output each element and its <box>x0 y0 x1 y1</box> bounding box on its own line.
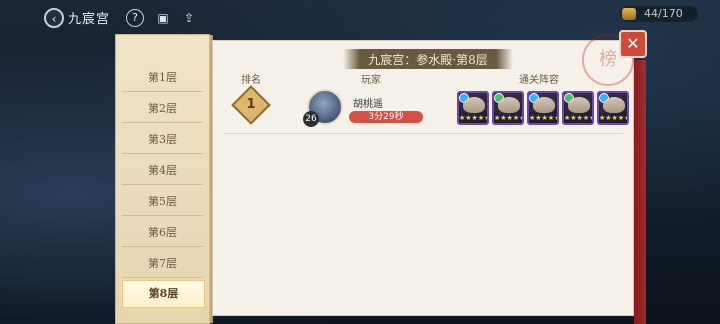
back-arrow-icon[interactable]: ‹ <box>44 8 64 28</box>
floor-list: 第1层 第2层 第3层 第4层 第5层 第6层 第7层 第8层 <box>115 34 213 324</box>
close-x-icon[interactable]: ✕ <box>619 30 647 58</box>
gold-chest-icon <box>622 8 636 20</box>
resource-text: 44/170 <box>644 7 683 20</box>
team-lineup: ★★★★★ ★★★★★ ★★★★★ ★★★★★ ★★★★★ <box>457 91 633 125</box>
hero-face <box>568 97 590 113</box>
hero-stars: ★★★★★ <box>529 114 559 122</box>
decorative-ribbon <box>634 60 646 324</box>
resource-counter: 44/170 <box>620 6 698 22</box>
floor-item-6[interactable]: 第6层 <box>122 220 203 247</box>
leaderboard-row[interactable]: 1 26 胡桃遥 3分29秒 ★★★★★ ★★★★★ ★★★★★ ★★★★★ ★… <box>223 85 633 129</box>
top-bar: ‹ 九宸宫 ? ▣ ⇪ 44/170 <box>0 0 720 32</box>
board-title-banner: 九宸宫：参水殿·第8层 <box>343 49 513 69</box>
column-player: 玩家 <box>361 75 381 86</box>
hero-portrait-2-icon[interactable]: ★★★★★ <box>492 91 524 125</box>
rank-number: 1 <box>246 97 256 112</box>
hero-portrait-5-icon[interactable]: ★★★★★ <box>597 91 629 125</box>
hero-portrait-4-icon[interactable]: ★★★★★ <box>562 91 594 125</box>
leaderboard-panel: 九宸宫：参水殿·第8层 排名 玩家 通关阵容 1 26 胡桃遥 3分29秒 ★★… <box>212 40 634 316</box>
floor-item-5[interactable]: 第5层 <box>122 189 203 216</box>
player-level: 26 <box>303 111 319 127</box>
help-button[interactable]: ? <box>126 9 144 27</box>
floor-item-1[interactable]: 第1层 <box>122 65 203 92</box>
hero-face <box>463 97 485 113</box>
hero-face <box>498 97 520 113</box>
share-icon[interactable]: ⇪ <box>180 9 198 27</box>
floor-item-7[interactable]: 第7层 <box>122 251 203 278</box>
column-team: 通关阵容 <box>519 75 559 86</box>
player-name: 胡桃遥 <box>353 99 383 110</box>
hero-stars: ★★★★★ <box>564 114 594 122</box>
board-title: 九宸宫：参水殿·第8层 <box>368 53 488 67</box>
clear-time: 3分29秒 <box>349 111 423 123</box>
column-rank: 排名 <box>241 75 261 86</box>
hero-stars: ★★★★★ <box>599 114 629 122</box>
row-divider <box>223 133 623 134</box>
page-title: 九宸宫 <box>68 12 111 27</box>
floor-item-3[interactable]: 第3层 <box>122 127 203 154</box>
floor-item-8-selected[interactable]: 第8层 <box>122 280 205 308</box>
hero-portrait-3-icon[interactable]: ★★★★★ <box>527 91 559 125</box>
floor-item-2[interactable]: 第2层 <box>122 96 203 123</box>
hero-stars: ★★★★★ <box>459 114 489 122</box>
hero-face <box>533 97 555 113</box>
hero-face <box>603 97 625 113</box>
hero-stars: ★★★★★ <box>494 114 524 122</box>
hero-portrait-1-icon[interactable]: ★★★★★ <box>457 91 489 125</box>
floor-item-4[interactable]: 第4层 <box>122 158 203 185</box>
chat-icon[interactable]: ▣ <box>154 9 172 27</box>
